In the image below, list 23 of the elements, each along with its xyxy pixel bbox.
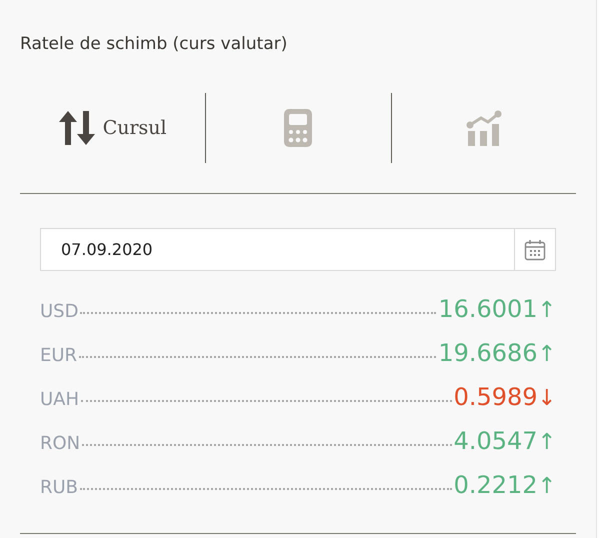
calendar-button[interactable] [514,228,556,271]
calculator-icon [284,109,312,147]
rate-value: 0.2212 [454,471,538,499]
rate-value: 19.6686 [438,339,538,367]
currency-code: USD [40,301,78,322]
currency-code: RON [40,433,80,454]
panel-title: Ratele de schimb (curs valutar) [20,34,288,56]
date-field[interactable]: 07.09.2020 [40,228,514,271]
trend-arrow: ↓ [538,386,556,411]
rate-value: 0.5989 [454,383,538,411]
trend-arrow: ↑ [538,474,556,499]
trend-arrow: ↑ [538,298,556,323]
currency-code: UAH [40,389,80,410]
rate-value: 4.0547 [454,427,538,455]
up-down-arrows-icon [58,111,95,145]
trend-arrow: ↑ [538,430,556,455]
currency-code: RUB [40,477,78,498]
calendar-icon [524,238,546,260]
trend-arrow: ↑ [538,342,556,367]
currency-code: EUR [40,345,78,366]
tab[interactable]: Cursul [52,107,173,149]
rate-value: 16.6001 [438,295,538,323]
chart-icon [466,110,502,146]
